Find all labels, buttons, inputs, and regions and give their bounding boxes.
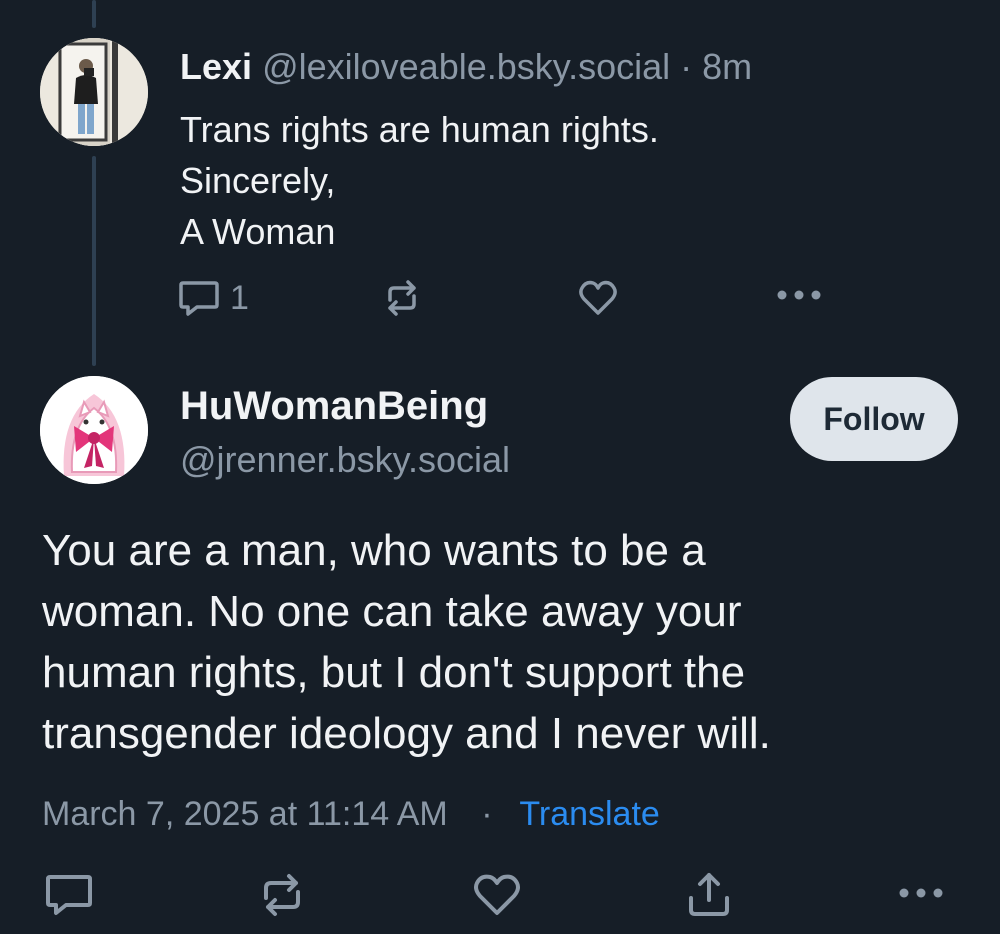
- post-text-line: Sincerely,: [180, 160, 336, 201]
- reply-count: 1: [230, 278, 249, 317]
- author-name[interactable]: HuWomanBeing: [180, 382, 488, 430]
- post-text: You are a man, who wants to be a woman. …: [42, 520, 972, 764]
- like-button[interactable]: [472, 872, 522, 918]
- author-handle[interactable]: @jrenner.bsky.social: [180, 438, 510, 482]
- reply-button[interactable]: 1: [178, 278, 249, 318]
- separator-dot: ·: [481, 795, 493, 833]
- post-text-line: transgender ideology and I never will.: [42, 709, 771, 758]
- translate-link[interactable]: Translate: [519, 795, 659, 833]
- follow-button[interactable]: Follow: [790, 377, 958, 461]
- avatar[interactable]: [40, 376, 148, 484]
- post-author-row: Lexi @lexiloveable.bsky.social · 8m: [180, 46, 752, 88]
- like-icon: [474, 874, 520, 915]
- thread-line: [92, 0, 96, 28]
- reply-button[interactable]: [44, 872, 94, 918]
- like-button[interactable]: [578, 278, 618, 318]
- post-actions: 1: [178, 274, 838, 322]
- repost-icon: [388, 280, 416, 316]
- more-icon: [899, 888, 943, 898]
- post-text-line: A Woman: [180, 211, 336, 252]
- post-meta: March 7, 2025 at 11:14 AM · Translate: [42, 792, 660, 836]
- more-button[interactable]: [776, 288, 822, 302]
- post-text-line: You are a man, who wants to be a: [42, 526, 706, 575]
- post-date: March 7, 2025 at 11:14 AM: [42, 795, 448, 833]
- reply-icon: [46, 875, 92, 915]
- post-actions: [0, 862, 1000, 926]
- more-button[interactable]: [898, 886, 944, 900]
- author-handle[interactable]: @lexiloveable.bsky.social: [262, 46, 670, 87]
- avatar-illustration: [40, 376, 148, 484]
- post-text-line: Trans rights are human rights.: [180, 109, 659, 150]
- share-icon: [689, 873, 729, 916]
- repost-button[interactable]: [382, 278, 422, 318]
- repost-icon: [264, 874, 300, 916]
- post-thread-view: Lexi @lexiloveable.bsky.social · 8m Tran…: [0, 0, 1000, 934]
- separator-dot: ·: [680, 46, 693, 87]
- like-icon: [579, 280, 617, 315]
- repost-button[interactable]: [258, 872, 306, 918]
- post-text: Trans rights are human rights. Sincerely…: [180, 104, 659, 257]
- post-text-line: human rights, but I don't support the: [42, 648, 746, 697]
- reply-icon: [179, 281, 219, 316]
- avatar-photo: [40, 38, 148, 146]
- author-name[interactable]: Lexi: [180, 46, 252, 87]
- thread-line: [92, 156, 96, 366]
- share-button[interactable]: [686, 870, 732, 918]
- post-time[interactable]: 8m: [702, 46, 752, 87]
- more-icon: [777, 290, 821, 300]
- avatar[interactable]: [40, 38, 148, 146]
- post-text-line: woman. No one can take away your: [42, 587, 742, 636]
